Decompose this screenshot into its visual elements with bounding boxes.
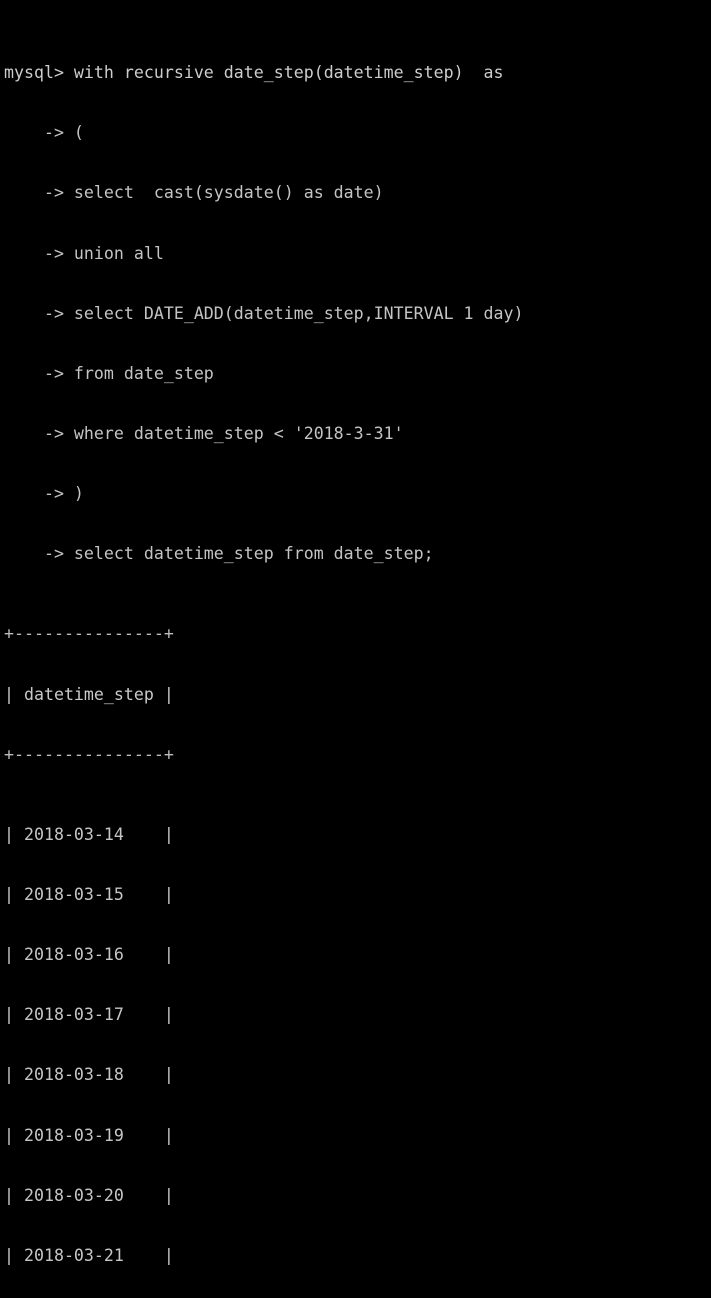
query-line-4: -> union all <box>4 243 164 263</box>
table-header-separator: +---------------+ <box>4 744 174 764</box>
query-line-6: -> from date_step <box>4 363 214 383</box>
table-row: | 2018-03-15 | <box>4 885 174 905</box>
query-line-1: mysql> with recursive date_step(datetime… <box>4 63 504 83</box>
table-top-border: +---------------+ <box>4 624 174 644</box>
query-line-5: -> select DATE_ADD(datetime_step,INTERVA… <box>4 303 524 323</box>
table-row: | 2018-03-21 | <box>4 1245 174 1265</box>
table-row: | 2018-03-17 | <box>4 1005 174 1025</box>
query-line-3: -> select cast(sysdate() as date) <box>4 183 384 203</box>
table-row: | 2018-03-18 | <box>4 1065 174 1085</box>
terminal-output[interactable]: mysql> with recursive date_step(datetime… <box>0 0 711 1265</box>
query-line-2: -> ( <box>4 123 84 143</box>
query-line-8: -> ) <box>4 484 84 504</box>
table-row: | 2018-03-16 | <box>4 945 174 965</box>
table-row: | 2018-03-20 | <box>4 1185 174 1205</box>
table-row: | 2018-03-14 | <box>4 824 174 844</box>
query-line-9: -> select datetime_step from date_step; <box>4 544 434 564</box>
query-line-7: -> where datetime_step < '2018-3-31' <box>4 423 404 443</box>
table-row: | 2018-03-19 | <box>4 1125 174 1145</box>
table-header-row: | datetime_step | <box>4 684 174 704</box>
